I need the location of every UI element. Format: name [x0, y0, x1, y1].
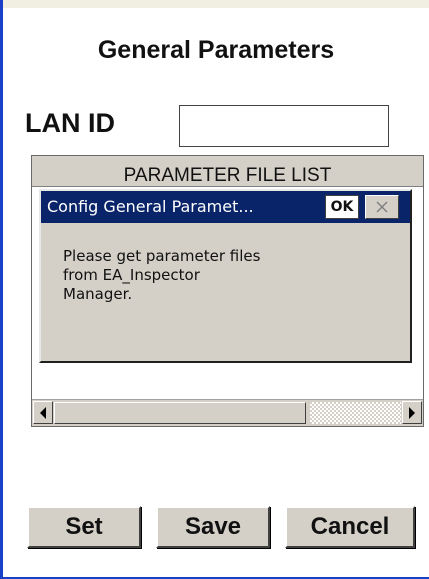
dialog-title-bar: Config General Paramet... OK [41, 191, 410, 223]
dialog-title: Config General Paramet... [47, 197, 254, 216]
scroll-right-button[interactable] [402, 401, 422, 424]
arrow-left-icon [40, 406, 46, 419]
save-button[interactable]: Save [156, 506, 270, 548]
general-parameters-screen: General Parameters LAN ID PARAMETER FILE… [0, 0, 429, 579]
scroll-thumb[interactable] [54, 402, 306, 424]
set-button[interactable]: Set [27, 506, 141, 548]
parameter-file-list-header: PARAMETER FILE LIST [32, 156, 423, 187]
page-title: General Parameters [97, 36, 335, 64]
dialog-body: Please get parameter files from EA_Inspe… [41, 223, 410, 361]
scroll-track[interactable] [54, 401, 401, 424]
close-icon [376, 201, 388, 213]
dialog-message: Please get parameter files from EA_Inspe… [63, 247, 261, 303]
scroll-left-button[interactable] [33, 401, 53, 424]
top-strip [3, 0, 429, 8]
lan-id-label: LAN ID [25, 108, 115, 138]
dialog-close-button[interactable] [365, 195, 399, 219]
horizontal-scrollbar[interactable] [32, 399, 423, 426]
config-dialog: Config General Paramet... OK Please get … [39, 189, 412, 363]
scroll-track-dither [310, 402, 401, 424]
cancel-button[interactable]: Cancel [285, 506, 415, 548]
lan-id-input[interactable] [179, 105, 389, 147]
dialog-ok-button[interactable]: OK [325, 195, 359, 219]
arrow-right-icon [409, 406, 415, 419]
